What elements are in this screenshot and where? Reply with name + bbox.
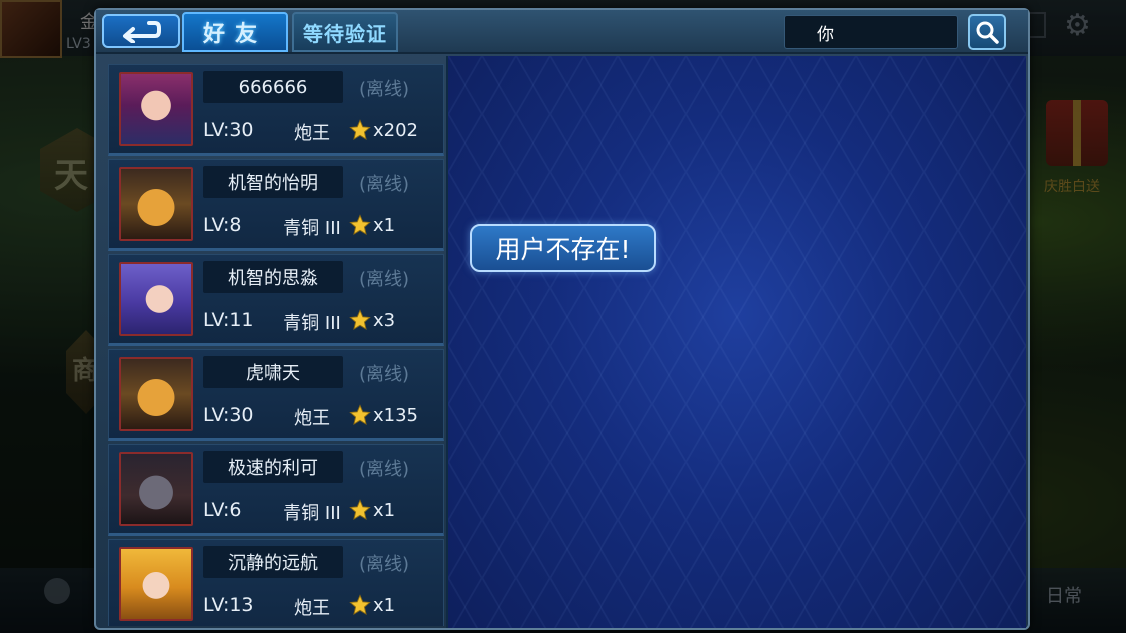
friend-row[interactable]: 机智的思淼 (离线) LV:11 青铜 III x3 [108, 254, 444, 346]
friend-row[interactable]: 机智的怡明 (离线) LV:8 青铜 III x1 [108, 159, 444, 251]
friend-avatar [119, 452, 193, 526]
friend-level: LV:6 [203, 499, 242, 521]
friends-panel: 好友 等待验证 你 666666 (离线) LV:30 炮王 x202 机智的怡… [94, 8, 1030, 630]
friend-avatar [119, 167, 193, 241]
friend-detail-area [446, 56, 1026, 628]
search-icon [976, 21, 999, 44]
friend-row[interactable]: 666666 (离线) LV:30 炮王 x202 [108, 64, 444, 156]
online-status: (离线) [359, 174, 410, 195]
online-status: (离线) [359, 554, 410, 575]
friend-name: 沉静的远航 [203, 546, 343, 578]
star-count: x1 [373, 214, 396, 236]
star-count: x1 [373, 499, 396, 521]
friend-rank: 青铜 III [283, 218, 341, 239]
friend-rank: 炮王 [294, 598, 330, 619]
friend-rank: 炮王 [294, 123, 330, 144]
friend-stars: x3 [349, 309, 395, 331]
back-button[interactable] [102, 14, 180, 48]
star-icon [349, 594, 371, 615]
star-count: x135 [373, 404, 419, 426]
star-count: x1 [373, 594, 396, 616]
friend-rank: 青铜 III [283, 313, 341, 334]
online-status: (离线) [359, 459, 410, 480]
friend-avatar [119, 547, 193, 621]
search-button[interactable] [968, 14, 1006, 50]
friend-level: LV:13 [203, 594, 254, 616]
friend-name: 机智的思淼 [203, 261, 343, 293]
friend-row[interactable]: 虎啸天 (离线) LV:30 炮王 x135 [108, 349, 444, 441]
star-icon [349, 309, 371, 330]
friend-level: LV:11 [203, 309, 254, 331]
tab-pending-verification[interactable]: 等待验证 [292, 12, 398, 52]
friend-rank: 青铜 III [283, 503, 341, 524]
friend-level: LV:8 [203, 214, 242, 236]
search-input[interactable]: 你 [784, 15, 958, 49]
friend-rank: 炮王 [294, 408, 330, 429]
friend-level: LV:30 [203, 404, 254, 426]
friend-name: 机智的怡明 [203, 166, 343, 198]
panel-header: 好友 等待验证 你 [96, 10, 1028, 54]
friend-stars: x202 [349, 119, 418, 141]
friend-list[interactable]: 666666 (离线) LV:30 炮王 x202 机智的怡明 (离线) LV:… [108, 64, 444, 626]
friend-stars: x135 [349, 404, 418, 426]
friend-name: 极速的利可 [203, 451, 343, 483]
friend-avatar [119, 72, 193, 146]
user-not-found-toast: 用户不存在! [470, 224, 656, 272]
online-status: (离线) [359, 269, 410, 290]
star-icon [349, 119, 371, 140]
friend-avatar [119, 357, 193, 431]
friend-stars: x1 [349, 214, 395, 236]
friend-name: 虎啸天 [203, 356, 343, 388]
friend-stars: x1 [349, 499, 395, 521]
friend-avatar [119, 262, 193, 336]
online-status: (离线) [359, 364, 410, 385]
friend-name: 666666 [203, 71, 343, 103]
star-icon [349, 404, 371, 425]
friend-level: LV:30 [203, 119, 254, 141]
star-icon [349, 214, 371, 235]
friend-row[interactable]: 极速的利可 (离线) LV:6 青铜 III x1 [108, 444, 444, 536]
online-status: (离线) [359, 79, 410, 100]
tab-friends[interactable]: 好友 [182, 12, 288, 52]
friend-stars: x1 [349, 594, 395, 616]
friend-row[interactable]: 沉静的远航 (离线) LV:13 炮王 x1 [108, 539, 444, 626]
star-count: x3 [373, 309, 396, 331]
star-icon [349, 499, 371, 520]
star-count: x202 [373, 119, 419, 141]
back-arrow-icon [123, 21, 161, 43]
